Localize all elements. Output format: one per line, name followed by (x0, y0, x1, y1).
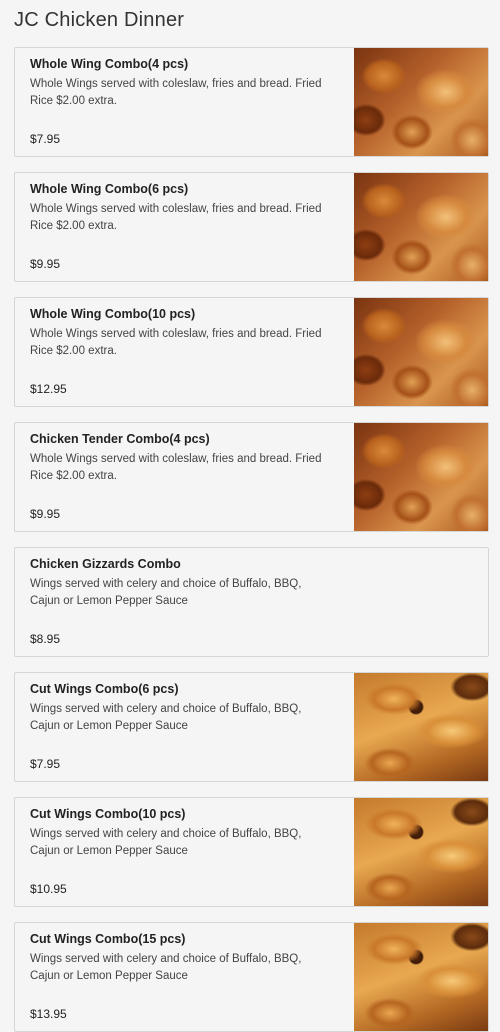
item-price: $9.95 (30, 507, 61, 521)
menu-page: JC Chicken Dinner Whole Wing Combo(4 pcs… (0, 0, 500, 1032)
item-price: $7.95 (30, 132, 61, 146)
item-description: Whole Wings served with coleslaw, fries … (30, 203, 322, 232)
item-price: $8.95 (30, 632, 61, 646)
section-title: JC Chicken Dinner (14, 9, 185, 31)
item-price: $10.95 (30, 882, 67, 896)
item-price: $12.95 (30, 382, 67, 396)
menu-item-card[interactable]: Cut Wings Combo(15 pcs) Wings served wit… (14, 922, 489, 1032)
cut-wings-photo (354, 673, 488, 781)
menu-item-list: Whole Wing Combo(4 pcs) Whole Wings serv… (14, 47, 489, 1032)
cut-wings-photo (354, 923, 488, 1031)
item-description: Wings served with celery and choice of B… (30, 703, 302, 732)
menu-item-card[interactable]: Whole Wing Combo(4 pcs) Whole Wings serv… (14, 47, 489, 157)
item-description: Whole Wings served with coleslaw, fries … (30, 453, 322, 482)
item-name: Cut Wings Combo(10 pcs) (30, 807, 186, 821)
fried-chicken-wings-photo (354, 173, 488, 281)
menu-item-card[interactable]: Chicken Gizzards Combo Wings served with… (14, 547, 489, 657)
menu-item-card[interactable]: Whole Wing Combo(10 pcs) Whole Wings ser… (14, 297, 489, 407)
item-description: Wings served with celery and choice of B… (30, 578, 302, 607)
fried-chicken-wings-photo (354, 48, 488, 156)
item-price: $9.95 (30, 257, 61, 271)
item-name: Whole Wing Combo(4 pcs) (30, 57, 189, 71)
item-description: Whole Wings served with coleslaw, fries … (30, 328, 322, 357)
item-price: $7.95 (30, 757, 61, 771)
item-name: Chicken Tender Combo(4 pcs) (30, 432, 210, 446)
item-price: $13.95 (30, 1007, 67, 1021)
fried-chicken-wings-photo (354, 298, 488, 406)
menu-item-card[interactable]: Cut Wings Combo(10 pcs) Wings served wit… (14, 797, 489, 907)
menu-item-card[interactable]: Cut Wings Combo(6 pcs) Wings served with… (14, 672, 489, 782)
fried-chicken-wings-photo (354, 423, 488, 531)
cut-wings-photo (354, 798, 488, 906)
item-description: Wings served with celery and choice of B… (30, 828, 302, 857)
item-name: Cut Wings Combo(6 pcs) (30, 682, 179, 696)
menu-item-card[interactable]: Whole Wing Combo(6 pcs) Whole Wings serv… (14, 172, 489, 282)
item-description: Whole Wings served with coleslaw, fries … (30, 78, 322, 107)
item-name: Whole Wing Combo(10 pcs) (30, 307, 196, 321)
menu-item-card[interactable]: Chicken Tender Combo(4 pcs) Whole Wings … (14, 422, 489, 532)
item-name: Chicken Gizzards Combo (30, 557, 181, 571)
item-description: Wings served with celery and choice of B… (30, 953, 302, 982)
item-name: Whole Wing Combo(6 pcs) (30, 182, 189, 196)
item-name: Cut Wings Combo(15 pcs) (30, 932, 186, 946)
